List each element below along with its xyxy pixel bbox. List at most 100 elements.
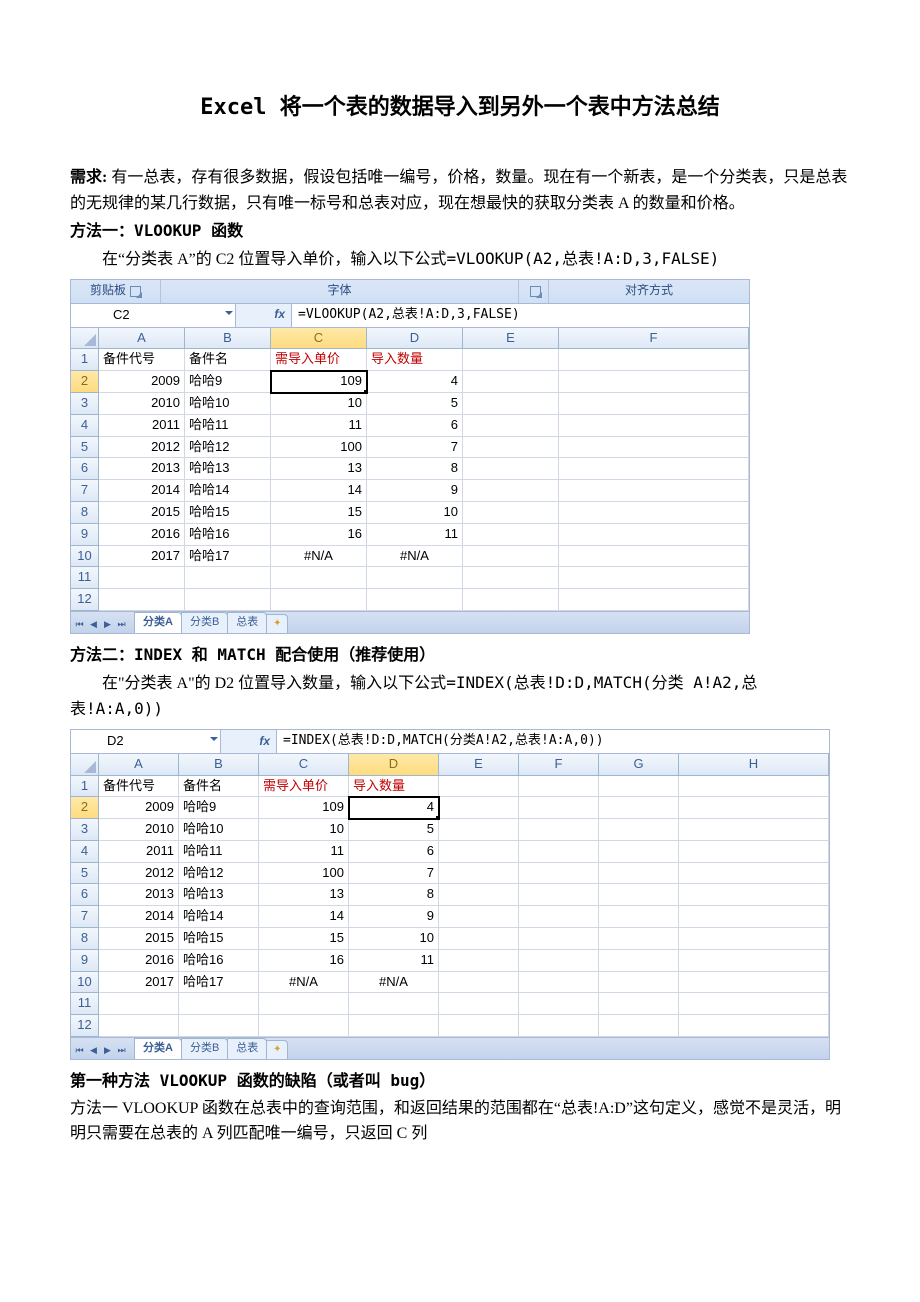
- cell[interactable]: 15: [259, 928, 349, 950]
- row-header[interactable]: 11: [71, 993, 99, 1015]
- cell[interactable]: 备件代号: [99, 776, 179, 798]
- cell[interactable]: [463, 415, 559, 437]
- cell[interactable]: [367, 567, 463, 589]
- cell[interactable]: 2011: [99, 841, 179, 863]
- cell[interactable]: [439, 972, 519, 994]
- col-header[interactable]: F: [519, 754, 599, 776]
- cell[interactable]: 10: [271, 393, 367, 415]
- cell[interactable]: 9: [349, 906, 439, 928]
- cell[interactable]: [185, 589, 271, 611]
- cell[interactable]: 2011: [99, 415, 185, 437]
- row-header[interactable]: 6: [71, 884, 99, 906]
- cell[interactable]: [99, 1015, 179, 1037]
- row-header[interactable]: 4: [71, 841, 99, 863]
- cell[interactable]: 备件名: [179, 776, 259, 798]
- active-cell[interactable]: 109: [271, 371, 367, 393]
- cell[interactable]: 哈哈16: [179, 950, 259, 972]
- cell[interactable]: [439, 928, 519, 950]
- cell[interactable]: [559, 415, 749, 437]
- cell[interactable]: [519, 906, 599, 928]
- row-header[interactable]: 9: [71, 524, 99, 546]
- sheet-tab[interactable]: 分类B: [181, 1038, 228, 1059]
- cell[interactable]: [463, 437, 559, 459]
- cell[interactable]: [439, 776, 519, 798]
- cell[interactable]: [463, 480, 559, 502]
- prev-tab-icon[interactable]: ◀: [87, 1044, 100, 1057]
- cell[interactable]: [179, 993, 259, 1015]
- col-header[interactable]: C: [271, 328, 367, 350]
- col-header[interactable]: E: [463, 328, 559, 350]
- cell[interactable]: [599, 950, 679, 972]
- cell[interactable]: [271, 567, 367, 589]
- cell[interactable]: [439, 906, 519, 928]
- cell[interactable]: [679, 841, 829, 863]
- cell[interactable]: 16: [271, 524, 367, 546]
- cell[interactable]: 2010: [99, 393, 185, 415]
- cell[interactable]: [519, 950, 599, 972]
- cell[interactable]: 9: [367, 480, 463, 502]
- cell[interactable]: 109: [259, 797, 349, 819]
- cell[interactable]: 哈哈11: [179, 841, 259, 863]
- cell[interactable]: [519, 884, 599, 906]
- sheet-tab[interactable]: 分类B: [181, 612, 228, 633]
- cell[interactable]: [599, 819, 679, 841]
- fx-button[interactable]: fx: [221, 730, 277, 753]
- cell[interactable]: 导入数量: [349, 776, 439, 798]
- row-header[interactable]: 7: [71, 906, 99, 928]
- cell[interactable]: [599, 841, 679, 863]
- cell[interactable]: 6: [349, 841, 439, 863]
- cell[interactable]: 哈哈16: [185, 524, 271, 546]
- cell[interactable]: 13: [271, 458, 367, 480]
- cell[interactable]: 2012: [99, 437, 185, 459]
- cell[interactable]: 哈哈12: [179, 863, 259, 885]
- sheet-tab[interactable]: 总表: [227, 612, 267, 633]
- cell[interactable]: [463, 567, 559, 589]
- cell[interactable]: [679, 819, 829, 841]
- first-tab-icon[interactable]: ⏮: [73, 618, 86, 631]
- new-sheet-tab[interactable]: ✦: [266, 614, 288, 633]
- cell[interactable]: 2013: [99, 884, 179, 906]
- cell[interactable]: 16: [259, 950, 349, 972]
- select-all-corner[interactable]: [71, 328, 99, 350]
- cell[interactable]: [439, 863, 519, 885]
- cell[interactable]: 哈哈15: [179, 928, 259, 950]
- col-header[interactable]: G: [599, 754, 679, 776]
- cell[interactable]: [679, 1015, 829, 1037]
- cell[interactable]: [463, 371, 559, 393]
- last-tab-icon[interactable]: ⏭: [115, 618, 128, 631]
- cell[interactable]: 10: [259, 819, 349, 841]
- cell[interactable]: 6: [367, 415, 463, 437]
- cell[interactable]: [559, 567, 749, 589]
- cell[interactable]: [463, 546, 559, 568]
- spreadsheet-grid[interactable]: A B C D E F G H 1 备件代号 备件名 需导入单价 导入数量 2 …: [71, 754, 829, 1037]
- col-header[interactable]: H: [679, 754, 829, 776]
- tab-nav[interactable]: ⏮ ◀ ▶ ⏭: [73, 618, 128, 633]
- row-header[interactable]: 2: [71, 371, 99, 393]
- cell[interactable]: [559, 458, 749, 480]
- cell[interactable]: 2010: [99, 819, 179, 841]
- col-header[interactable]: C: [259, 754, 349, 776]
- cell[interactable]: #N/A: [259, 972, 349, 994]
- cell[interactable]: 2009: [99, 797, 179, 819]
- spreadsheet-grid[interactable]: A B C D E F 1 备件代号 备件名 需导入单价 导入数量 2 2009…: [71, 328, 749, 611]
- cell[interactable]: [519, 797, 599, 819]
- col-header[interactable]: A: [99, 328, 185, 350]
- cell[interactable]: [519, 776, 599, 798]
- cell[interactable]: [679, 863, 829, 885]
- cell[interactable]: 2014: [99, 480, 185, 502]
- cell[interactable]: 14: [259, 906, 349, 928]
- cell[interactable]: 7: [349, 863, 439, 885]
- cell[interactable]: 11: [259, 841, 349, 863]
- cell[interactable]: [519, 1015, 599, 1037]
- select-all-corner[interactable]: [71, 754, 99, 776]
- cell[interactable]: [559, 502, 749, 524]
- cell[interactable]: [599, 863, 679, 885]
- cell[interactable]: [463, 589, 559, 611]
- formula-bar[interactable]: =INDEX(总表!D:D,MATCH(分类A!A2,总表!A:A,0)): [277, 730, 829, 753]
- cell[interactable]: 需导入单价: [271, 349, 367, 371]
- col-header[interactable]: E: [439, 754, 519, 776]
- row-header[interactable]: 2: [71, 797, 99, 819]
- cell[interactable]: [259, 1015, 349, 1037]
- cell[interactable]: 100: [259, 863, 349, 885]
- row-header[interactable]: 8: [71, 502, 99, 524]
